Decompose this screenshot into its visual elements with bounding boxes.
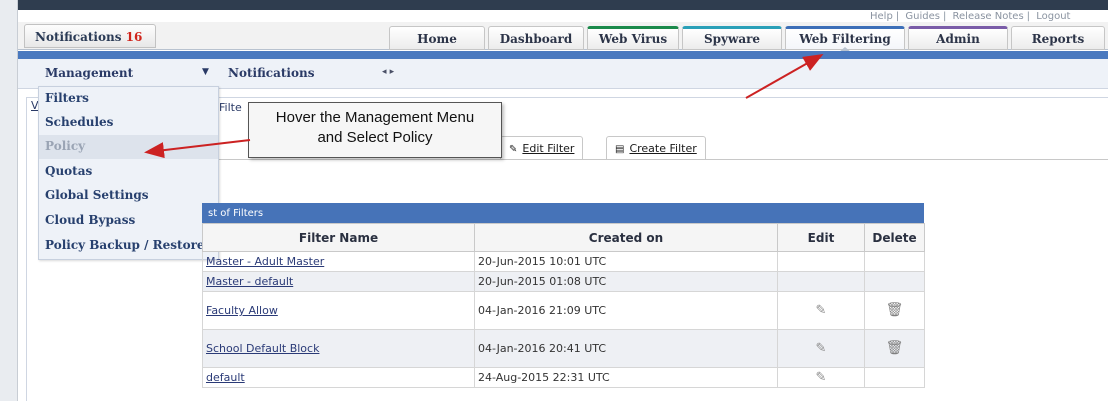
edit-cell: ✎ (777, 329, 865, 368)
release-notes-link[interactable]: Release Notes (953, 11, 1024, 22)
edit-cell: ✎ (777, 367, 865, 388)
create-filter-label: Create Filter (629, 142, 697, 155)
created-on-cell: 20-Jun-2015 10:01 UTC (474, 251, 778, 272)
tab-reports[interactable]: Reports (1011, 26, 1105, 50)
edit-filter-button[interactable]: ✎ Edit Filter (500, 136, 584, 160)
edit-cell: ✎ (777, 291, 865, 330)
menu-item-cloud-bypass[interactable]: Cloud Bypass (39, 209, 218, 233)
delete-cell (864, 251, 925, 272)
table-caption: st of Filters (202, 203, 924, 223)
create-filter-icon: ▤ (615, 144, 625, 155)
top-links: Help | Guides | Release Notes | Logout (870, 11, 1071, 22)
trash-icon[interactable]: 🗑 (886, 340, 904, 356)
logout-link[interactable]: Logout (1036, 11, 1070, 22)
window-frame-top (0, 0, 1108, 10)
edit-filter-icon: ✎ (509, 144, 518, 155)
window-frame-left (0, 0, 18, 401)
edit-filter-label: Edit Filter (522, 142, 575, 155)
tab-dashboard[interactable]: Dashboard (488, 26, 584, 50)
created-on-cell: 04-Jan-2016 20:41 UTC (474, 329, 778, 368)
filter-name-cell: default (202, 367, 475, 388)
filter-name-cell: Master - Adult Master (202, 251, 475, 272)
menu-item-global-settings[interactable]: Global Settings (39, 184, 218, 208)
tab-admin[interactable]: Admin (908, 26, 1008, 50)
table-row: default 24-Aug-2015 22:31 UTC ✎ (202, 367, 925, 388)
notifications-tab[interactable]: Notifications 16 (24, 24, 156, 48)
filter-name-cell: Faculty Allow (202, 291, 475, 330)
tab-reports-label: Reports (1031, 32, 1085, 46)
notifications-menu-label: Notifications (228, 66, 315, 80)
notifications-label: Notifications (35, 30, 122, 44)
table-row: Master - Adult Master 20-Jun-2015 10:01 … (202, 251, 925, 272)
tab-dashboard-label: Dashboard (499, 32, 573, 46)
created-on-cell: 04-Jan-2016 21:09 UTC (474, 291, 778, 330)
tab-web-filtering[interactable]: Web Filtering (785, 26, 905, 52)
created-on-cell: 24-Aug-2015 22:31 UTC (474, 367, 778, 388)
delete-cell (864, 271, 925, 292)
tab-web-filtering-label: Web Filtering (799, 32, 891, 46)
delete-cell: 🗑 (864, 329, 925, 368)
management-menu-label: Management (45, 66, 134, 80)
nav-accent-bar (18, 51, 1108, 59)
filter-name-link[interactable]: Faculty Allow (206, 304, 278, 317)
tab-spyware-label: Spyware (703, 32, 761, 46)
notifications-count-badge: 16 (125, 30, 143, 44)
tab-home[interactable]: Home (389, 26, 485, 50)
col-header-filter-name: Filter Name (202, 223, 475, 252)
filter-name-cell: Master - default (202, 271, 475, 292)
toolbar-divider (218, 159, 1108, 160)
edit-icon[interactable]: ✎ (816, 341, 827, 356)
trash-icon[interactable]: 🗑 (886, 302, 904, 318)
left-panel-border (26, 98, 27, 401)
tab-web-virus-label: Web Virus (598, 32, 668, 46)
col-header-created-on: Created on (474, 223, 778, 252)
filter-name-link[interactable]: Master - default (206, 275, 293, 288)
callout-line-2: and Select Policy (317, 129, 433, 146)
col-header-delete: Delete (864, 223, 925, 252)
breadcrumb-filters[interactable]: Filte (219, 101, 242, 114)
tab-web-virus[interactable]: Web Virus (587, 26, 679, 50)
notifications-menu[interactable]: Notifications ◂ ▸ (220, 62, 400, 86)
delete-cell: 🗑 (864, 291, 925, 330)
table-row: School Default Block 04-Jan-2016 20:41 U… (202, 329, 925, 368)
scroll-arrows-icon[interactable]: ◂ ▸ (382, 67, 394, 77)
help-link[interactable]: Help (870, 11, 893, 22)
management-dropdown: Filters Schedules Policy Quotas Global S… (38, 86, 219, 260)
table-row: Master - default 20-Jun-2015 01:08 UTC (202, 271, 925, 292)
tab-home-label: Home (417, 32, 457, 46)
menu-item-quotas[interactable]: Quotas (39, 160, 218, 184)
create-filter-button[interactable]: ▤ Create Filter (606, 136, 706, 160)
edit-icon[interactable]: ✎ (816, 370, 827, 385)
col-header-edit: Edit (777, 223, 865, 252)
edit-cell (777, 251, 865, 272)
filter-name-link[interactable]: Master - Adult Master (206, 255, 324, 268)
delete-cell (864, 367, 925, 388)
chevron-down-icon: ▼ (202, 67, 209, 77)
annotation-callout: Hover the Management Menu and Select Pol… (248, 102, 502, 158)
filter-name-cell: School Default Block (202, 329, 475, 368)
menu-item-policy-backup-restore[interactable]: Policy Backup / Restore (39, 234, 218, 258)
filter-name-link[interactable]: default (206, 371, 245, 384)
tab-spyware[interactable]: Spyware (682, 26, 782, 50)
filter-name-link[interactable]: School Default Block (206, 342, 319, 355)
tab-admin-label: Admin (936, 32, 980, 46)
edit-icon[interactable]: ✎ (816, 303, 827, 318)
menu-item-policy[interactable]: Policy (39, 135, 218, 159)
filters-table: Filter Name Created on Edit Delete Maste… (202, 223, 925, 388)
table-row: Faculty Allow 04-Jan-2016 21:09 UTC ✎ 🗑 (202, 291, 925, 330)
edit-cell (777, 271, 865, 292)
menu-item-filters[interactable]: Filters (39, 87, 218, 111)
management-menu[interactable]: Management ▼ (38, 62, 218, 86)
menu-item-schedules[interactable]: Schedules (39, 111, 218, 135)
guides-link[interactable]: Guides (905, 11, 940, 22)
callout-line-1: Hover the Management Menu (275, 109, 475, 126)
created-on-cell: 20-Jun-2015 01:08 UTC (474, 271, 778, 292)
